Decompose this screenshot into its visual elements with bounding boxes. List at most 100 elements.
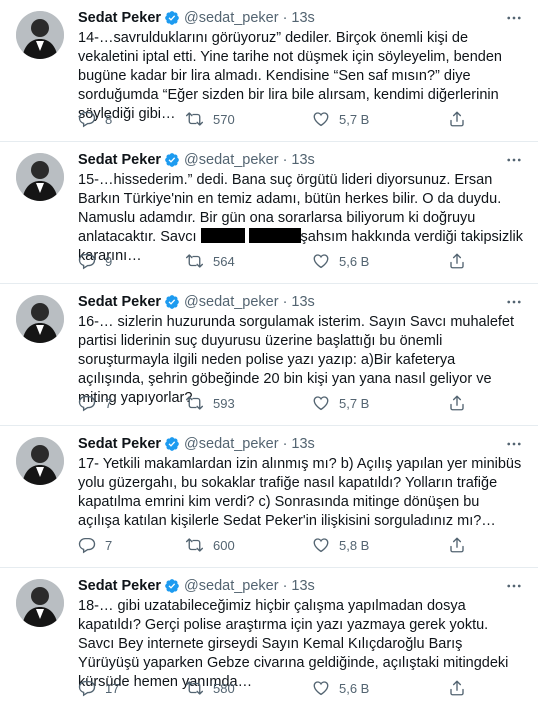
tweet-header: Sedat Peker @sedat_peker · 13s [78, 434, 524, 454]
tweet[interactable]: Sedat Peker @sedat_peker · 13s 18-… gibi… [0, 568, 538, 702]
reply-icon [78, 252, 96, 270]
more-options-icon[interactable] [504, 577, 524, 595]
like-button[interactable]: 5,6 B [312, 679, 448, 697]
reply-button[interactable]: 7 [78, 536, 185, 554]
avatar[interactable] [16, 579, 64, 627]
retweet-count: 580 [213, 680, 235, 696]
reply-count: 17 [105, 680, 120, 696]
author-handle[interactable]: @sedat_peker [184, 292, 279, 312]
like-heart-icon [312, 394, 330, 412]
share-button[interactable] [448, 110, 466, 128]
like-count: 5,7 B [339, 111, 370, 127]
reply-count: 8 [105, 111, 113, 127]
verified-badge-icon [164, 294, 180, 310]
retweet-icon [185, 536, 204, 554]
tweet-text: 17- Yetkili makamlardan izin alınmış mı?… [78, 455, 524, 531]
retweet-button[interactable]: 564 [185, 252, 312, 270]
like-button[interactable]: 5,6 B [312, 252, 448, 270]
like-button[interactable]: 5,8 B [312, 536, 448, 554]
like-heart-icon [312, 536, 330, 554]
verified-badge-icon [164, 436, 180, 452]
reply-count: 7 [105, 537, 113, 553]
tweet-text-part: 18-… gibi uzatabileceğimiz hiçbir çalışm… [78, 598, 513, 690]
author-name[interactable]: Sedat Peker [78, 576, 161, 596]
share-button[interactable] [448, 536, 466, 554]
like-count: 5,8 B [339, 537, 370, 553]
retweet-button[interactable]: 570 [185, 110, 312, 128]
like-button[interactable]: 5,7 B [312, 394, 448, 412]
tweet-header: Sedat Peker @sedat_peker · 13s [78, 292, 524, 312]
verified-badge-icon [164, 152, 180, 168]
share-icon [448, 110, 466, 128]
avatar[interactable] [16, 437, 64, 485]
author-name[interactable]: Sedat Peker [78, 292, 161, 312]
retweet-count: 600 [213, 537, 235, 553]
more-options-icon[interactable] [504, 435, 524, 453]
separator-dot: · [282, 10, 288, 26]
timestamp[interactable]: 13s [291, 292, 314, 312]
like-count: 5,6 B [339, 680, 370, 696]
retweet-count: 570 [213, 111, 235, 127]
reply-button[interactable]: 17 [78, 679, 185, 697]
reply-icon [78, 110, 96, 128]
tweet-text-part: 17- Yetkili makamlardan izin alınmış mı?… [78, 456, 526, 529]
verified-badge-icon [164, 10, 180, 26]
share-button[interactable] [448, 252, 466, 270]
author-handle[interactable]: @sedat_peker [184, 434, 279, 454]
avatar[interactable] [16, 153, 64, 201]
tweet[interactable]: Sedat Peker @sedat_peker · 13s 17- Yetki… [0, 426, 538, 568]
retweet-button[interactable]: 593 [185, 394, 312, 412]
timestamp[interactable]: 13s [291, 8, 314, 28]
more-options-icon[interactable] [504, 9, 524, 27]
timestamp[interactable]: 13s [291, 434, 314, 454]
author-name[interactable]: Sedat Peker [78, 150, 161, 170]
avatar[interactable] [16, 295, 64, 343]
share-button[interactable] [448, 679, 466, 697]
reply-icon [78, 679, 96, 697]
reply-count: 9 [105, 253, 113, 269]
share-icon [448, 536, 466, 554]
share-icon [448, 679, 466, 697]
tweet-header: Sedat Peker @sedat_peker · 13s [78, 8, 524, 28]
tweet-header: Sedat Peker @sedat_peker · 13s [78, 150, 524, 170]
tweet-feed: Sedat Peker @sedat_peker · 13s 14-…savru… [0, 0, 538, 702]
like-button[interactable]: 5,7 B [312, 110, 448, 128]
reply-icon [78, 536, 96, 554]
reply-button[interactable]: 9 [78, 252, 185, 270]
separator-dot: · [282, 294, 288, 310]
like-count: 5,7 B [339, 395, 370, 411]
retweet-icon [185, 252, 204, 270]
more-options-icon[interactable] [504, 151, 524, 169]
tweet[interactable]: Sedat Peker @sedat_peker · 13s 14-…savru… [0, 0, 538, 142]
tweet[interactable]: Sedat Peker @sedat_peker · 13s 16-… sizl… [0, 284, 538, 426]
author-handle[interactable]: @sedat_peker [184, 8, 279, 28]
tweet-actions: 9 564 5,6 B [78, 251, 466, 271]
share-button[interactable] [448, 394, 466, 412]
like-heart-icon [312, 110, 330, 128]
timestamp[interactable]: 13s [291, 576, 314, 596]
retweet-icon [185, 394, 204, 412]
more-options-icon[interactable] [504, 293, 524, 311]
separator-dot: · [282, 152, 288, 168]
retweet-count: 593 [213, 395, 235, 411]
timestamp[interactable]: 13s [291, 150, 314, 170]
tweet-actions: 7 593 5,7 B [78, 393, 466, 413]
tweet[interactable]: Sedat Peker @sedat_peker · 13s 15-…hisse… [0, 142, 538, 284]
tweet-actions: 17 580 5,6 B [78, 678, 466, 698]
reply-button[interactable]: 8 [78, 110, 185, 128]
tweet-actions: 8 570 5,7 B [78, 109, 466, 129]
retweet-button[interactable]: 600 [185, 536, 312, 554]
author-name[interactable]: Sedat Peker [78, 8, 161, 28]
reply-button[interactable]: 7 [78, 394, 185, 412]
author-handle[interactable]: @sedat_peker [184, 576, 279, 596]
retweet-icon [185, 679, 204, 697]
like-heart-icon [312, 679, 330, 697]
author-handle[interactable]: @sedat_peker [184, 150, 279, 170]
reply-icon [78, 394, 96, 412]
author-name[interactable]: Sedat Peker [78, 434, 161, 454]
avatar[interactable] [16, 11, 64, 59]
share-icon [448, 394, 466, 412]
retweet-button[interactable]: 580 [185, 679, 312, 697]
retweet-count: 564 [213, 253, 235, 269]
reply-count: 7 [105, 395, 113, 411]
